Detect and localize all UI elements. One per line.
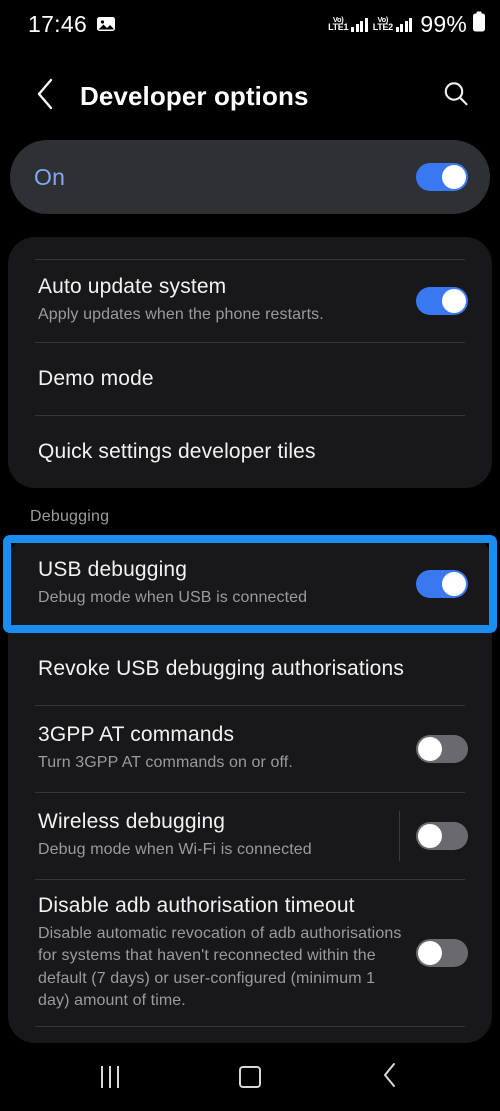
sim1-signal-icon: Vo) LTE1 [328,16,368,33]
settings-card-general: Auto update system Apply updates when th… [8,237,492,488]
back-button[interactable] [26,76,66,116]
row-disable-adb-authorisation-timeout[interactable]: Disable adb authorisation timeout Disabl… [8,880,492,1026]
disable-adb-authorisation-timeout-switch[interactable] [416,939,468,967]
row-title: Disable adb authorisation timeout [38,894,355,918]
recents-icon [101,1066,119,1088]
switch-knob [418,824,442,848]
row-auto-update-system[interactable]: Auto update system Apply updates when th… [8,260,492,342]
row-quick-settings-developer-tiles[interactable]: Quick settings developer tiles [8,416,492,488]
status-bar-right: Vo) LTE1 Vo) LTE2 99% [328,11,486,38]
system-navigation-bar [0,1043,500,1111]
page-title: Developer options [80,80,309,111]
developer-options-master-toggle-card[interactable]: On [10,140,490,214]
sim2-lte-label: LTE2 [372,22,393,33]
row-title: 3GPP AT commands [38,723,235,747]
app-header: Developer options [0,48,500,144]
row-title: Quick settings developer tiles [38,440,316,463]
image-icon [96,14,116,34]
switch-knob [442,289,466,313]
status-bar-left: 17:46 [28,11,116,38]
row-title: USB debugging [38,558,188,582]
sim2-bars-icon [395,18,413,33]
row-subtitle: Debug mode when Wi-Fi is connected [38,841,312,859]
3gpp-at-commands-switch[interactable] [416,735,468,763]
sim2-signal-icon: Vo) LTE2 [373,16,413,33]
row-title: Demo mode [38,367,154,390]
switch-knob [442,572,466,596]
back-nav-button[interactable] [358,1053,422,1101]
search-button[interactable] [434,74,478,118]
master-toggle-label: On [34,163,66,190]
sim1-bars-icon [351,18,368,33]
row-wireless-debugging[interactable]: Wireless debugging Debug mode when Wi-Fi… [8,793,492,879]
wireless-debugging-switch[interactable] [416,822,468,850]
row-demo-mode[interactable]: Demo mode [8,343,492,415]
status-clock: 17:46 [28,10,88,37]
status-bar: 17:46 Vo) LTE1 Vo) LTE2 99% [0,0,500,48]
home-icon [239,1066,261,1088]
row-subtitle: Apply updates when the phone restarts. [38,306,324,324]
master-toggle-switch[interactable] [416,163,468,191]
row-usb-debugging[interactable]: USB debugging Debug mode when USB is con… [8,535,492,633]
row-title: Auto update system [38,275,227,299]
search-icon [441,79,471,114]
recents-button[interactable] [78,1053,142,1101]
home-button[interactable] [218,1053,282,1101]
back-icon [381,1062,399,1093]
row-subtitle: Turn 3GPP AT commands on or off. [38,754,293,772]
row-control-separator [399,811,400,861]
switch-knob [418,941,442,965]
row-subtitle: Disable automatic revocation of adb auth… [38,925,402,1009]
back-chevron-icon [33,77,59,116]
phone-screen: 17:46 Vo) LTE1 Vo) LTE2 99% Developer op… [0,0,500,1111]
battery-full-icon [472,11,486,38]
row-3gpp-at-commands[interactable]: 3GPP AT commands Turn 3GPP AT commands o… [8,706,492,792]
row-title: Wireless debugging [38,810,226,834]
row-title: Revoke USB debugging authorisations [38,657,404,680]
auto-update-system-switch[interactable] [416,287,468,315]
switch-knob [442,165,466,189]
usb-debugging-switch[interactable] [416,570,468,598]
battery-percent-label: 99% [420,10,467,37]
sim1-lte-label: LTE1 [328,22,349,33]
row-subtitle: Debug mode when USB is connected [38,589,308,607]
settings-card-debugging: USB debugging Debug mode when USB is con… [8,535,492,1043]
section-header-debugging: Debugging [30,508,110,525]
row-revoke-usb-debugging-authorisations[interactable]: Revoke USB debugging authorisations [8,633,492,705]
row-bug-report-shortcut[interactable]: Bug report shortcut [8,1027,492,1043]
switch-knob [418,737,442,761]
